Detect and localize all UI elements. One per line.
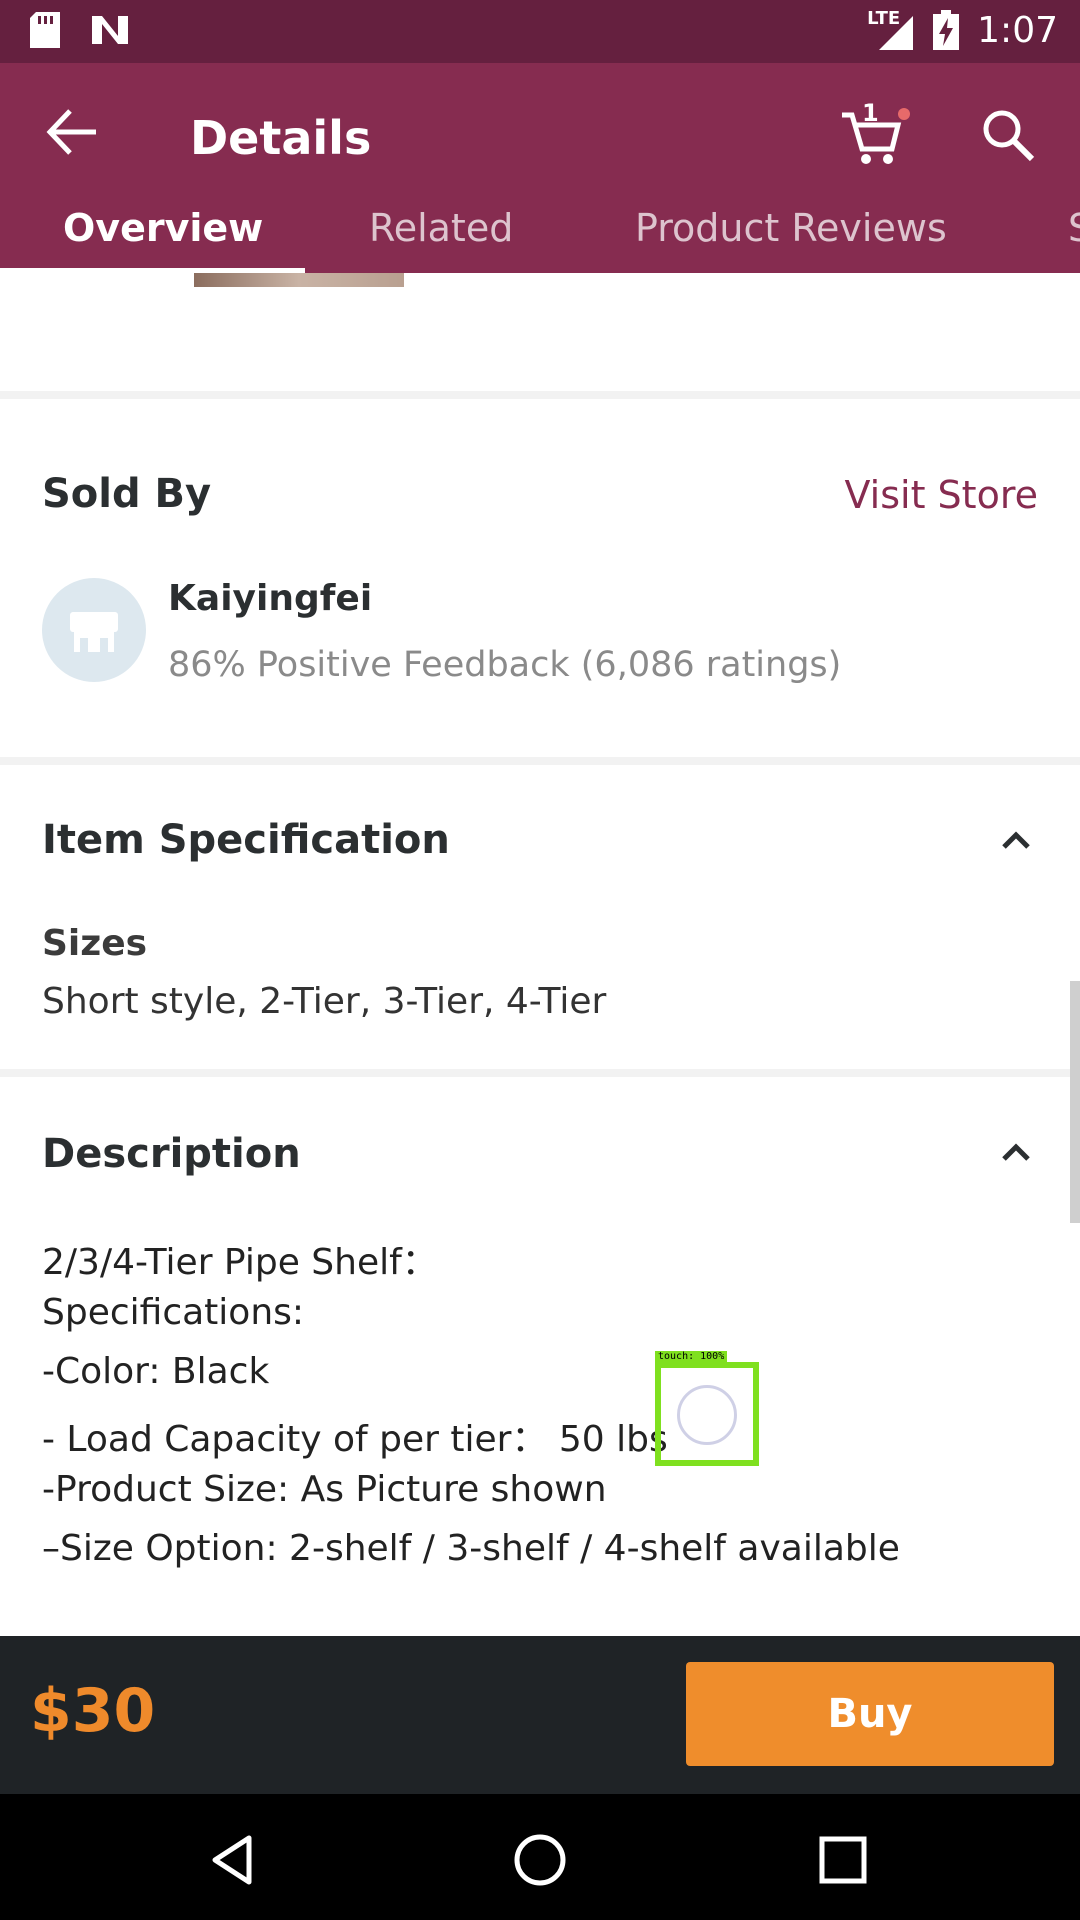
store-avatar[interactable]: [42, 578, 146, 682]
content-scroll[interactable]: Sold By Visit Store Kaiyingfei 86% Posit…: [0, 273, 1080, 1636]
description-heading: Description: [42, 1131, 301, 1177]
spec-label-sizes: Sizes: [42, 923, 148, 964]
divider: [0, 391, 1080, 399]
back-button[interactable]: [44, 107, 104, 157]
store-feedback: 86% Positive Feedback (6,086 ratings): [168, 645, 842, 685]
price: $30: [30, 1676, 156, 1746]
spec-value-sizes: Short style, 2-Tier, 3-Tier, 4-Tier: [42, 981, 607, 1022]
description-line: Specifications:: [42, 1292, 305, 1333]
buy-button[interactable]: Buy: [686, 1662, 1054, 1766]
nav-back-button[interactable]: [205, 1830, 265, 1890]
product-image-edge: [194, 273, 404, 287]
sold-by-heading: Sold By: [42, 471, 212, 517]
triangle-back-icon: [212, 1835, 252, 1885]
description-line: –Size Option: 2-shelf / 3-shelf / 4-shel…: [42, 1528, 900, 1569]
tab-overview[interactable]: Overview: [63, 183, 263, 273]
tab-related[interactable]: Related: [369, 183, 513, 273]
status-time: 1:07: [977, 9, 1058, 51]
cart-count-badge: 1: [862, 99, 879, 127]
tab-product-reviews[interactable]: Product Reviews: [635, 183, 947, 273]
page-title: Details: [190, 111, 372, 165]
description-line: - Load Capacity of per tier： 50 lbs: [42, 1419, 668, 1460]
bottom-purchase-bar: $30 Buy: [0, 1636, 1080, 1794]
n-notification-icon: [92, 16, 128, 44]
chevron-up-icon: [1002, 1143, 1030, 1161]
arrow-left-icon: [46, 109, 96, 155]
touch-indicator-label: touch: 100%: [655, 1351, 728, 1362]
tab-bar: Overview Related Product Reviews S: [0, 183, 1080, 273]
store-icon: [70, 612, 118, 652]
battery-charging-icon: [933, 10, 960, 50]
divider: [0, 1069, 1080, 1077]
description-collapse-button[interactable]: [996, 1137, 1036, 1167]
nav-recents-button[interactable]: [813, 1830, 873, 1890]
nav-home-button[interactable]: [510, 1830, 570, 1890]
cart-notification-dot: [898, 108, 910, 120]
description-line: -Product Size: As Picture shown: [42, 1469, 607, 1510]
divider: [0, 757, 1080, 765]
chevron-up-icon: [1002, 831, 1030, 849]
circle-home-icon: [514, 1834, 566, 1886]
square-recents-icon: [819, 1836, 867, 1884]
system-nav-bar: [0, 1794, 1080, 1920]
scrollbar[interactable]: [1070, 981, 1080, 1223]
lte-signal-icon: LTE: [867, 8, 915, 52]
status-right-icons: LTE 1:07: [867, 8, 1058, 52]
description-line: -Color: Black: [42, 1351, 270, 1392]
sd-card-icon: [30, 12, 60, 48]
store-name[interactable]: Kaiyingfei: [168, 578, 372, 619]
app-bar: Details 1 Overview Related Product Revie…: [0, 63, 1080, 273]
tab-partial[interactable]: S: [1068, 183, 1080, 273]
status-left-icons: [30, 12, 130, 48]
item-spec-heading: Item Specification: [42, 817, 450, 863]
visit-store-link[interactable]: Visit Store: [845, 473, 1039, 517]
touch-indicator-circle: [677, 1385, 737, 1445]
description-line: 2/3/4-Tier Pipe Shelf：: [42, 1242, 438, 1283]
search-icon: [983, 110, 1035, 162]
item-spec-collapse-button[interactable]: [996, 825, 1036, 855]
status-bar: LTE 1:07: [0, 0, 1080, 63]
search-button[interactable]: [980, 107, 1036, 163]
